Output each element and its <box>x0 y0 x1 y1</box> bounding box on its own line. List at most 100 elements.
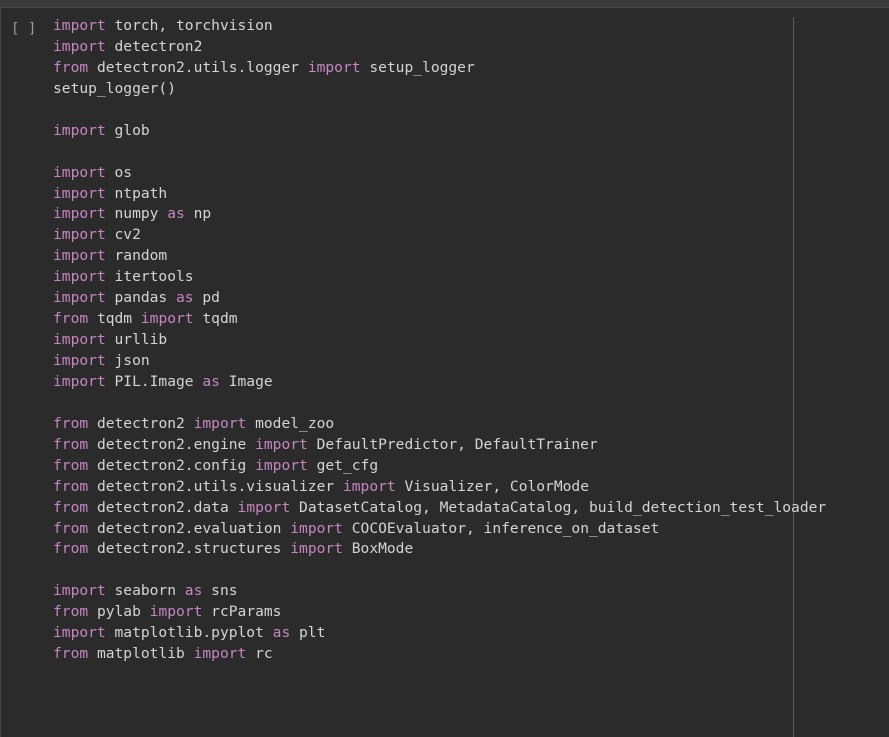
code-line: from tqdm import tqdm <box>53 309 826 330</box>
keyword-token: as <box>184 582 203 600</box>
keyword-token: import <box>255 456 308 474</box>
code-line: setup_logger() <box>53 79 826 100</box>
keyword-token: import <box>53 121 106 139</box>
keyword-token: from <box>53 498 89 516</box>
keyword-token: from <box>53 603 89 621</box>
code-line: import json <box>53 351 826 372</box>
code-token: setup_logger <box>360 58 475 76</box>
code-token: detectron2.engine <box>88 435 256 453</box>
keyword-token: from <box>53 310 89 328</box>
keyword-token: import <box>307 58 361 76</box>
keyword-token: import <box>149 603 203 621</box>
keyword-token: from <box>53 456 89 474</box>
code-token: plt <box>290 624 326 642</box>
code-token: pylab <box>88 603 150 621</box>
keyword-token: import <box>53 184 106 202</box>
code-token: pd <box>193 289 220 307</box>
code-token: Visualizer, ColorMode <box>395 477 589 495</box>
code-line: from pylab import rcParams <box>53 602 826 623</box>
code-token: sns <box>202 582 238 600</box>
code-token: matplotlib.pyplot <box>105 624 273 642</box>
code-token: seaborn <box>105 582 185 600</box>
code-line: from detectron2.config import get_cfg <box>53 456 826 477</box>
code-token: json <box>105 352 150 369</box>
code-line: import PIL.Image as Image <box>53 372 826 393</box>
keyword-token: import <box>53 331 106 349</box>
code-line: from detectron2 import model_zoo <box>53 414 826 435</box>
code-line: import pandas as pd <box>53 288 826 309</box>
code-token: BoxMode <box>342 540 414 558</box>
keyword-token: import <box>290 540 343 558</box>
keyword-token: import <box>53 37 106 55</box>
code-token: model_zoo <box>246 414 335 432</box>
code-token: Image <box>219 372 273 390</box>
code-token: matplotlib <box>88 645 194 663</box>
code-token: detectron2.utils.visualizer <box>88 477 343 495</box>
keyword-token: as <box>167 205 185 223</box>
keyword-token: import <box>53 352 106 369</box>
code-line: import ntpath <box>53 184 826 205</box>
code-token: PIL.Image <box>105 372 203 390</box>
code-cell[interactable]: [ ] import torch, torchvision import dete… <box>0 8 889 737</box>
keyword-token: import <box>53 226 106 244</box>
keyword-token: import <box>53 205 106 223</box>
code-token: np <box>184 205 212 223</box>
code-token: get_cfg <box>307 456 379 474</box>
keyword-token: import <box>140 310 194 328</box>
code-line: import urllib <box>53 330 826 351</box>
keyword-token: from <box>53 477 89 495</box>
code-token: rc <box>246 645 273 663</box>
keyword-token: import <box>290 519 343 537</box>
code-line: import matplotlib.pyplot as plt <box>53 623 826 644</box>
code-token: urllib <box>105 331 168 349</box>
keyword-token: as <box>272 624 291 642</box>
keyword-token: import <box>53 582 106 600</box>
code-line: from detectron2.engine import DefaultPre… <box>53 435 826 456</box>
cell-run-indicator[interactable]: [ ] <box>11 19 36 40</box>
keyword-token: import <box>53 247 106 265</box>
code-token: os <box>105 163 133 181</box>
code-line: from detectron2.data import DatasetCatal… <box>53 498 826 519</box>
code-token: ntpath <box>105 184 168 202</box>
code-token: cv2 <box>105 226 141 244</box>
keyword-token: import <box>53 372 106 390</box>
code-token: detectron2 <box>105 37 203 55</box>
keyword-token: as <box>202 372 220 390</box>
code-line: from detectron2.structures import BoxMod… <box>53 539 826 560</box>
keyword-token: import <box>193 414 247 432</box>
code-token: DefaultPredictor, DefaultTrainer <box>307 435 598 453</box>
code-editor[interactable]: import torch, torchvision import detectro… <box>53 16 826 665</box>
code-line: import cv2 <box>53 225 826 246</box>
keyword-token: from <box>53 645 89 663</box>
code-token: itertools <box>105 268 194 286</box>
keyword-token: import <box>237 498 291 516</box>
keyword-token: import <box>342 477 396 495</box>
code-token: detectron2.utils.logger <box>88 58 308 76</box>
code-token: random <box>105 247 168 265</box>
keyword-token: from <box>53 414 89 432</box>
code-token: tqdm <box>88 310 141 328</box>
code-line: import seaborn as sns <box>53 581 826 602</box>
code-token: setup_logger() <box>53 79 177 97</box>
top-toolbar-strip <box>0 0 889 8</box>
code-token: tqdm <box>193 310 238 328</box>
code-line: from detectron2.utils.logger import setu… <box>53 58 826 79</box>
keyword-token: import <box>53 17 106 34</box>
code-token: DatasetCatalog, MetadataCatalog, build_d… <box>290 498 827 516</box>
code-token: rcParams <box>202 603 282 621</box>
keyword-token: import <box>53 163 106 181</box>
keyword-token: from <box>53 540 89 558</box>
code-token: torch, torchvision <box>105 17 273 34</box>
keyword-token: import <box>53 268 106 286</box>
code-line: from matplotlib import rc <box>53 644 826 665</box>
code-token: detectron2.data <box>88 498 238 516</box>
code-line: from detectron2.utils.visualizer import … <box>53 477 826 498</box>
code-token: detectron2.config <box>88 456 256 474</box>
code-line: from detectron2.evaluation import COCOEv… <box>53 519 826 540</box>
code-line: import os <box>53 163 826 184</box>
code-line: import detectron2 <box>53 37 826 58</box>
keyword-token: import <box>193 645 247 663</box>
